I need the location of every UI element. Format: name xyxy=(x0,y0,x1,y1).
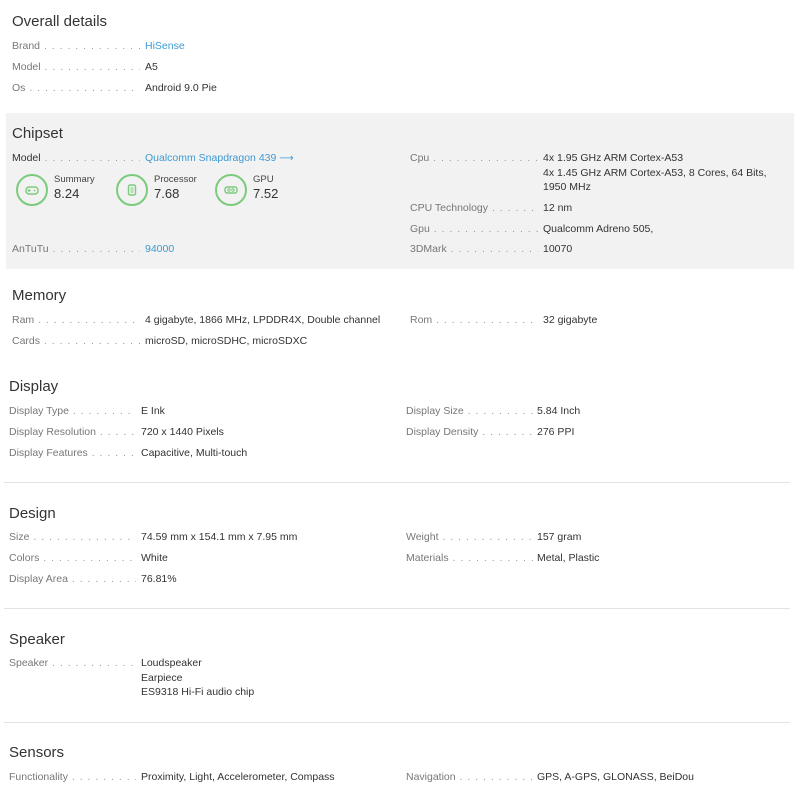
section-divider xyxy=(4,482,790,483)
score-value-processor: 7.68 xyxy=(154,186,180,201)
score-value-gpu: 7.52 xyxy=(253,186,279,201)
spec-page: Overall details Brand . . . . . . . . . … xyxy=(0,0,800,800)
spec-value-model: A5 xyxy=(145,61,158,73)
arrow-right-icon: ⟶ xyxy=(279,153,294,164)
score-label-processor: Processor xyxy=(154,174,197,185)
spec-value-3dmark: 10070 xyxy=(543,243,573,255)
score-ring-processor xyxy=(116,174,148,206)
speaker-line-2: Earpiece xyxy=(141,671,183,684)
section-title-design: Design xyxy=(9,505,56,522)
spec-label-functionality: Functionality . . . . . . . . . . . . . … xyxy=(9,771,136,783)
spec-value-colors: White xyxy=(141,552,168,564)
speaker-line-1: Loudspeaker xyxy=(141,657,202,669)
spec-label-cpu: Cpu . . . . . . . . . . . . . . . . . . … xyxy=(410,152,538,164)
spec-label-navigation: Navigation . . . . . . . . . . . . . . .… xyxy=(406,771,533,783)
section-title-chipset: Chipset xyxy=(12,125,63,142)
spec-value-display-area: 76.81% xyxy=(141,573,177,585)
spec-label-os: Os . . . . . . . . . . . . . . . . . . .… xyxy=(12,82,140,94)
section-title-display: Display xyxy=(9,378,59,395)
score-ring-summary xyxy=(16,174,48,206)
spec-label-materials: Materials . . . . . . . . . . . . . . . … xyxy=(406,552,533,564)
spec-label-ram: Ram . . . . . . . . . . . . . . . . . . … xyxy=(12,314,140,326)
score-value-summary: 8.24 xyxy=(54,186,80,201)
spec-value-functionality: Proximity, Light, Accelerometer, Compass xyxy=(141,771,335,783)
spec-value-size: 74.59 mm x 154.1 mm x 7.95 mm xyxy=(141,531,298,543)
spec-label-display-area: Display Area . . . . . . . . . . . . . . xyxy=(9,573,136,585)
spec-label-display-resolution: Display Resolution . . . . . . . . . xyxy=(9,426,136,438)
section-title-sensors: Sensors xyxy=(9,744,65,761)
spec-label-cpu-tech: CPU Technology . . . . . . . . . . . . . xyxy=(410,202,538,214)
spec-value-speaker: Loudspeaker Earpiece ES9318 Hi-Fi audio … xyxy=(141,656,254,700)
spec-value-weight: 157 gram xyxy=(537,531,582,543)
spec-value-display-type: E Ink xyxy=(141,405,165,417)
spec-value-os: Android 9.0 Pie xyxy=(145,82,217,94)
spec-label-display-type: Display Type . . . . . . . . . . . . . .… xyxy=(9,405,136,417)
spec-label-brand: Brand . . . . . . . . . . . . . . . . . … xyxy=(12,40,140,52)
spec-label-display-size: Display Size . . . . . . . . . . . . . .… xyxy=(406,405,533,417)
score-processor[interactable]: Processor 7.68 xyxy=(116,174,216,208)
spec-label-3dmark: 3DMark . . . . . . . . . . . . . . . . .… xyxy=(410,243,538,255)
spec-value-gpu: Qualcomm Adreno 505, xyxy=(543,223,654,235)
score-label-gpu: GPU xyxy=(253,174,274,185)
section-title-overall: Overall details xyxy=(12,13,108,30)
cpu-line-2: 4x 1.45 GHz ARM Cortex-A53, 8 Cores, 64 … xyxy=(543,166,767,179)
score-label-summary: Summary xyxy=(54,174,95,185)
spec-label-display-features: Display Features . . . . . . . . . . . . xyxy=(9,447,136,459)
spec-value-cpu-tech: 12 nm xyxy=(543,202,573,214)
spec-value-cards: microSD, microSDHC, microSDXC xyxy=(145,335,308,347)
spec-value-display-size: 5.84 Inch xyxy=(537,405,581,417)
spec-label-gpu: Gpu . . . . . . . . . . . . . . . . . . … xyxy=(410,223,538,235)
section-title-speaker: Speaker xyxy=(9,631,65,648)
spec-label-display-density: Display Density . . . . . . . . . . . . … xyxy=(406,426,533,438)
spec-value-ram: 4 gigabyte, 1866 MHz, LPDDR4X, Double ch… xyxy=(145,314,381,326)
score-gpu[interactable]: GPU 7.52 xyxy=(215,174,315,208)
cpu-line-1: 4x 1.95 GHz ARM Cortex-A53 xyxy=(543,152,684,164)
speaker-line-3: ES9318 Hi-Fi audio chip xyxy=(141,686,255,698)
section-title-memory: Memory xyxy=(12,287,67,304)
section-divider xyxy=(4,722,790,723)
spec-label-colors: Colors . . . . . . . . . . . . . . . . .… xyxy=(9,552,136,564)
spec-value-rom: 32 gigabyte xyxy=(543,314,598,326)
spec-label-weight: Weight . . . . . . . . . . . . . . . . .… xyxy=(406,531,533,543)
section-divider xyxy=(4,608,790,609)
spec-label-size: Size . . . . . . . . . . . . . . . . . .… xyxy=(9,531,136,543)
gamepad-icon xyxy=(25,186,39,195)
spec-value-display-features: Capacitive, Multi-touch xyxy=(141,447,248,459)
cpu-line-3: 1950 MHz xyxy=(543,181,591,193)
score-ring-gpu xyxy=(215,174,247,206)
gpu-icon xyxy=(224,186,238,194)
spec-value-display-resolution: 720 x 1440 Pixels xyxy=(141,426,224,438)
spec-label-cards: Cards . . . . . . . . . . . . . . . . . … xyxy=(12,335,140,347)
chipset-model-link[interactable]: Qualcomm Snapdragon 439 ⟶ xyxy=(145,151,294,166)
score-summary[interactable]: Summary 8.24 xyxy=(16,174,116,208)
spec-label-model: Model . . . . . . . . . . . . . . . . . … xyxy=(12,61,140,73)
spec-value-materials: Metal, Plastic xyxy=(537,552,600,564)
spec-label-rom: Rom . . . . . . . . . . . . . . . . . . … xyxy=(410,314,538,326)
spec-value-display-density: 276 PPI xyxy=(537,426,575,438)
spec-label-speaker: Speaker . . . . . . . . . . . . . . . . … xyxy=(9,657,136,669)
spec-value-navigation: GPS, A-GPS, GLONASS, BeiDou xyxy=(537,771,694,783)
spec-label-chip-model: Model . . . . . . . . . . . . . . . . . … xyxy=(12,152,140,164)
brand-link[interactable]: HiSense xyxy=(145,39,185,53)
chip-icon xyxy=(127,184,137,196)
spec-label-antutu: AnTuTu . . . . . . . . . . . . . . . . .… xyxy=(12,243,140,255)
spec-value-cpu: 4x 1.95 GHz ARM Cortex-A53 4x 1.45 GHz A… xyxy=(543,151,767,195)
antutu-link[interactable]: 94000 xyxy=(145,242,174,256)
